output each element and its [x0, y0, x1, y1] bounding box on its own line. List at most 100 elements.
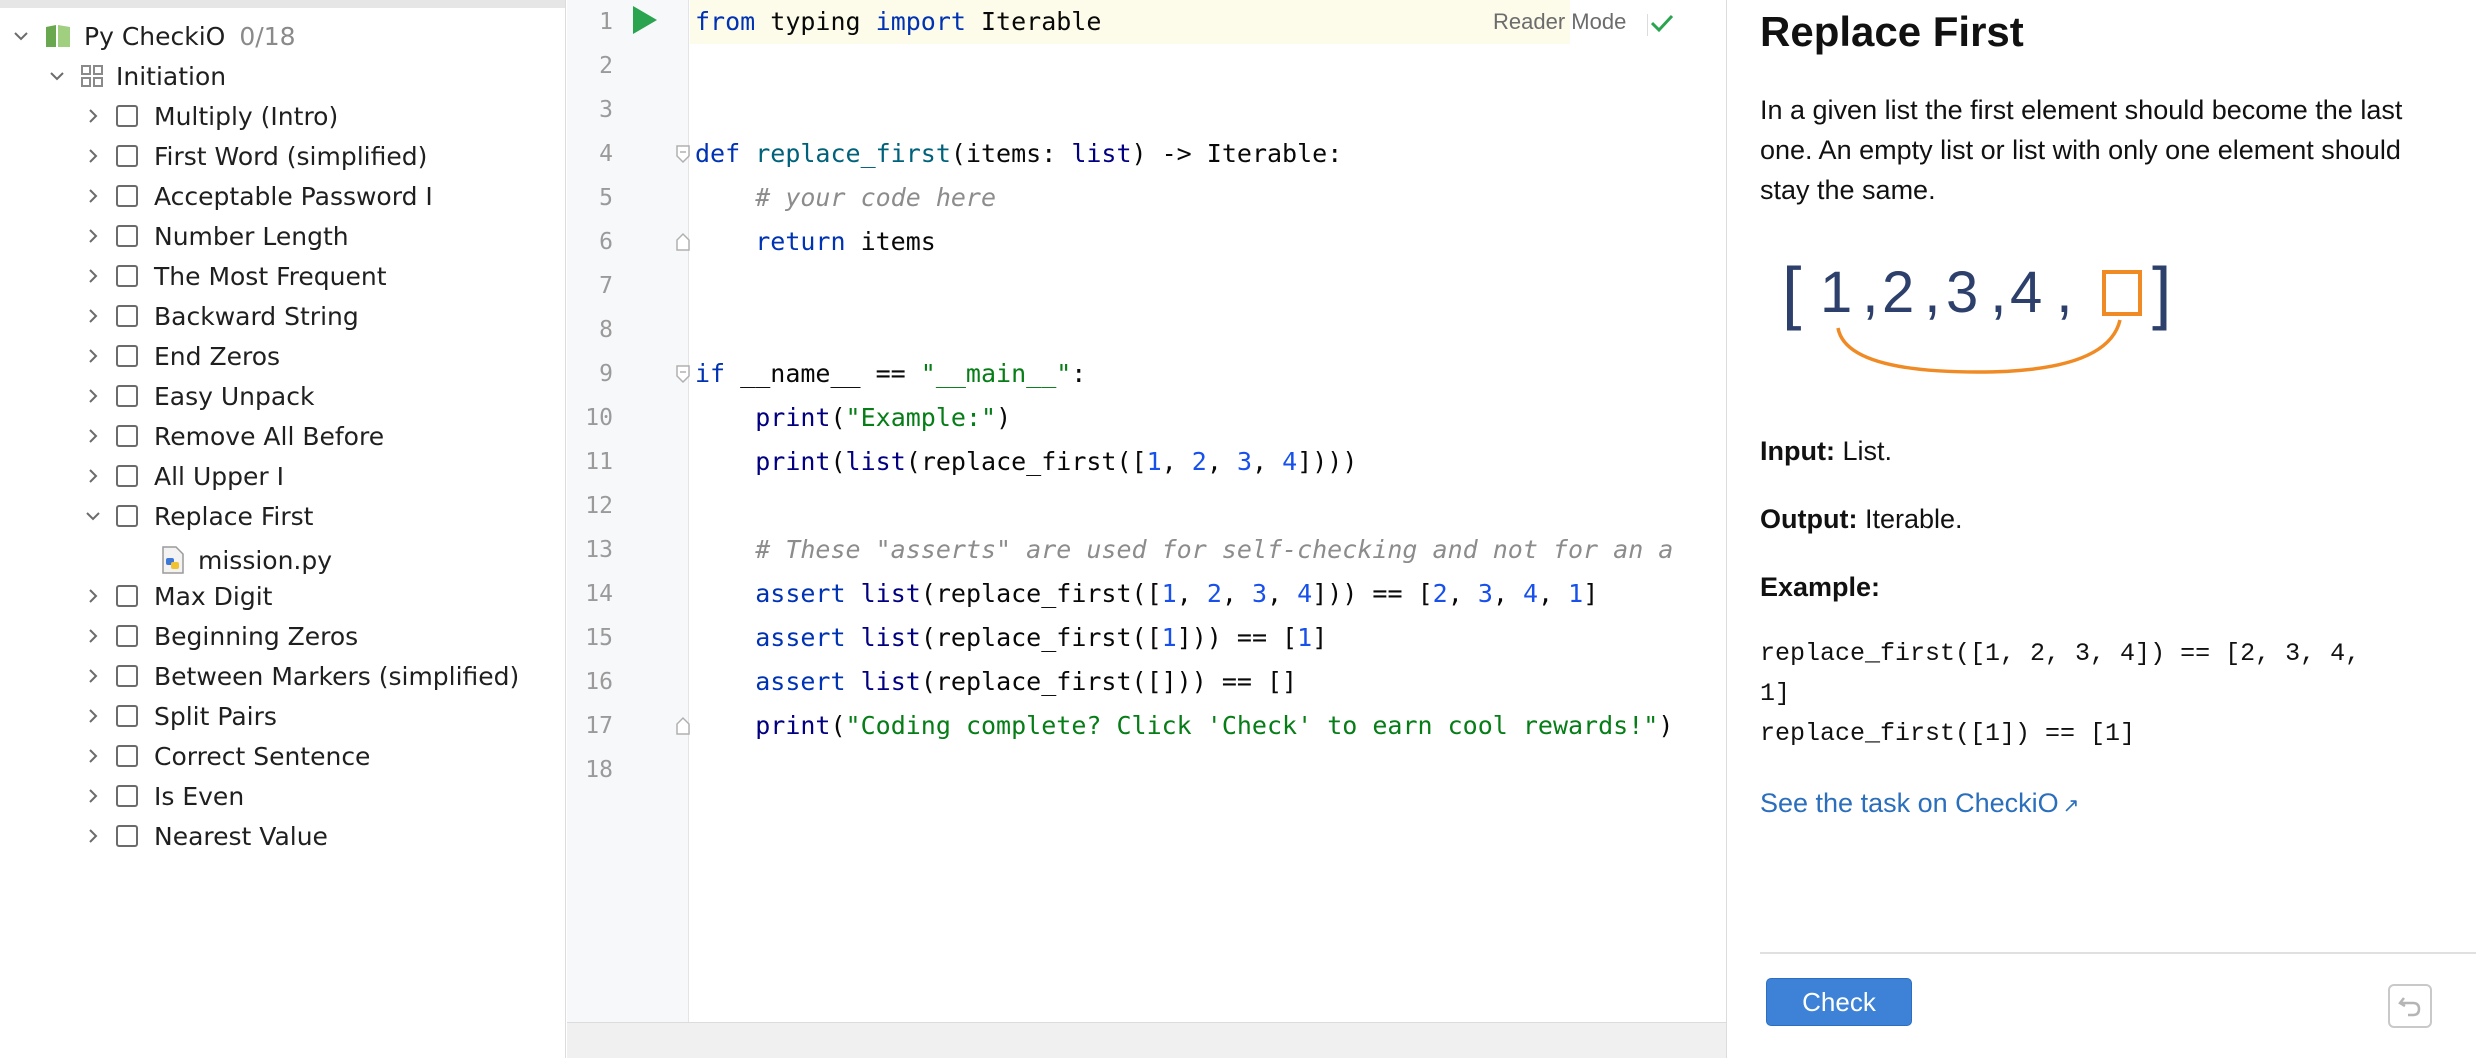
chevron-right-icon[interactable] [82, 745, 104, 767]
chevron-right-icon[interactable] [82, 225, 104, 247]
tree-file-mission-py[interactable]: mission.py [160, 540, 332, 580]
tree-task-label: Split Pairs [154, 701, 277, 731]
code-line[interactable]: def replace_first(items: list) -> Iterab… [695, 132, 1342, 176]
chevron-right-icon[interactable] [82, 785, 104, 807]
tree-task-label: Replace First [154, 501, 314, 531]
check-button[interactable]: Check [1766, 978, 1912, 1026]
code-line[interactable]: print("Coding complete? Click 'Check' to… [695, 704, 1673, 748]
unchecked-task-icon [116, 345, 138, 367]
tree-task-item[interactable]: Replace First [82, 496, 313, 536]
reader-mode-button[interactable]: Reader Mode [1493, 0, 1626, 44]
tree-task-label: Backward String [154, 301, 359, 331]
chevron-right-icon[interactable] [82, 105, 104, 127]
code-line[interactable]: if __name__ == "__main__": [695, 352, 1086, 396]
tree-task-item[interactable]: Max Digit [82, 576, 272, 616]
line-number: 10 [585, 405, 613, 431]
tree-task-item[interactable]: Beginning Zeros [82, 616, 358, 656]
chevron-right-icon[interactable] [82, 145, 104, 167]
code-line[interactable]: assert list(replace_first([1])) == [1] [695, 616, 1327, 660]
illustration-items: 1,2,3,4, [1820, 258, 2073, 325]
fold-end-marker-icon[interactable] [675, 716, 691, 736]
chevron-right-icon[interactable] [82, 345, 104, 367]
tree-task-item[interactable]: Nearest Value [82, 816, 328, 856]
tree-task-item[interactable]: Split Pairs [82, 696, 277, 736]
code-token: 3 [1236, 447, 1252, 476]
tree-task-label: Number Length [154, 221, 349, 251]
tree-task-item[interactable]: Backward String [82, 296, 359, 336]
tree-task-item[interactable]: Correct Sentence [82, 736, 370, 776]
tree-root-py-checkio[interactable]: Py CheckiO 0/18 [10, 16, 296, 56]
tree-top-bar [0, 0, 565, 8]
code-line[interactable]: assert list(replace_first([])) == [] [695, 660, 1297, 704]
task-description-panel: Replace First In a given list the first … [1728, 0, 2476, 1058]
tree-task-item[interactable]: Remove All Before [82, 416, 384, 456]
tree-task-item[interactable]: Between Markers (simplified) [82, 656, 519, 696]
chevron-right-icon[interactable] [82, 585, 104, 607]
tree-task-label: Beginning Zeros [154, 621, 359, 651]
chevron-right-icon[interactable] [82, 465, 104, 487]
task-illustration: [ 1,2,3,4, ] [1782, 253, 2171, 374]
code-token: from [695, 7, 756, 36]
tree-task-item[interactable]: Acceptable Password I [82, 176, 433, 216]
illustration-number: 1 [1820, 260, 1852, 325]
code-line[interactable]: assert list(replace_first([1, 2, 3, 4]))… [695, 572, 1598, 616]
see-task-link[interactable]: See the task on CheckiO ↗ [1760, 788, 2079, 819]
chevron-down-icon[interactable] [10, 25, 32, 47]
tree-task-item[interactable]: Number Length [82, 216, 349, 256]
chevron-right-icon[interactable] [82, 185, 104, 207]
code-line[interactable]: from typing import Iterable [695, 0, 1101, 44]
fold-marker-icon[interactable] [675, 364, 691, 384]
chevron-right-icon[interactable] [82, 825, 104, 847]
code-token: assert [755, 667, 846, 696]
tree-task-item[interactable]: Easy Unpack [82, 376, 314, 416]
tree-section-initiation[interactable]: Initiation [46, 56, 226, 96]
output-value: Iterable. [1857, 504, 1963, 534]
chevron-right-icon[interactable] [82, 385, 104, 407]
code-token: list [860, 623, 921, 652]
line-number: 1 [599, 9, 613, 35]
tree-task-item[interactable]: First Word (simplified) [82, 136, 427, 176]
chevron-down-icon[interactable] [82, 505, 104, 527]
unchecked-task-icon [116, 465, 138, 487]
code-line[interactable]: return items [695, 220, 936, 264]
code-line[interactable]: # your code here [695, 176, 996, 220]
fold-marker-icon[interactable] [675, 144, 691, 164]
unchecked-task-icon [116, 425, 138, 447]
project-tree: Py CheckiO 0/18 Initiation Multiply (Int… [0, 0, 566, 1058]
code-token: ( [830, 711, 846, 740]
horizontal-scrollbar[interactable] [567, 1022, 1726, 1058]
line-number: 2 [599, 53, 613, 79]
tree-task-item[interactable]: Multiply (Intro) [82, 96, 338, 136]
fold-end-marker-icon[interactable] [675, 232, 691, 252]
example-code-line: replace_first([1]) == [1] [1760, 719, 2136, 748]
tree-task-label: First Word (simplified) [154, 141, 428, 171]
code-line[interactable]: # These "asserts" are used for self-chec… [695, 528, 1673, 572]
tree-task-item[interactable]: All Upper I [82, 456, 284, 496]
code-token: assert [755, 579, 846, 608]
reset-button[interactable] [2388, 984, 2432, 1028]
input-value: List. [1834, 436, 1892, 466]
code-token: , [1176, 579, 1207, 608]
chevron-right-icon[interactable] [82, 265, 104, 287]
tree-task-label: Max Digit [154, 581, 273, 611]
tree-section-label: Initiation [116, 61, 227, 91]
chevron-right-icon[interactable] [82, 305, 104, 327]
chevron-right-icon[interactable] [82, 625, 104, 647]
code-token: ( [830, 447, 846, 476]
chevron-right-icon[interactable] [82, 665, 104, 687]
chevron-right-icon[interactable] [82, 425, 104, 447]
code-token: # These "asserts" are used for self-chec… [755, 535, 1674, 564]
code-line[interactable]: print("Example:") [695, 396, 1011, 440]
tree-task-item[interactable]: Is Even [82, 776, 244, 816]
chevron-down-icon[interactable] [46, 65, 68, 87]
run-icon[interactable] [629, 4, 659, 36]
inspection-ok-icon[interactable] [1649, 10, 1675, 36]
tree-task-item[interactable]: End Zeros [82, 336, 280, 376]
chevron-right-icon[interactable] [82, 705, 104, 727]
code-editor[interactable]: 1 2 3 4 5 6 7 8 9 10 11 12 13 14 15 16 17 18 from typing … [567, 0, 1727, 1058]
tree-task-item[interactable]: The Most Frequent [82, 256, 387, 296]
code-line[interactable]: print(list(replace_first([1, 2, 3, 4]))) [695, 440, 1357, 484]
